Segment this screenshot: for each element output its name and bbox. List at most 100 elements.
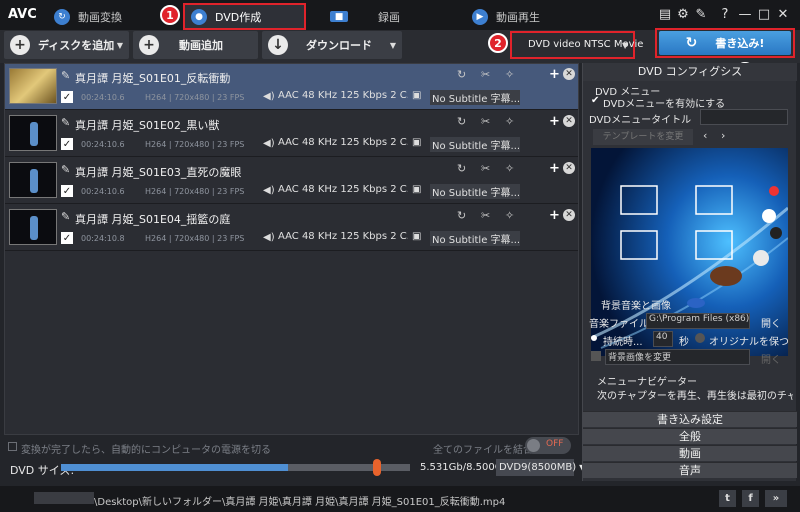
pencil-icon[interactable]: ✎ xyxy=(61,69,70,82)
rotate-icon[interactable]: ↻ xyxy=(457,68,466,81)
file-video-info: H264 | 720x480 | 23 FPS xyxy=(145,187,245,196)
change-template-button[interactable]: テンプレートを変更 xyxy=(593,129,693,145)
gear-icon[interactable]: ⚙ xyxy=(675,6,691,22)
chevron-down-icon[interactable]: ▼ xyxy=(117,41,123,50)
auto-shutdown-label: 変換が完了したら、自動的にコンピュータの電源を切る xyxy=(21,445,271,456)
close-icon[interactable]: ✕ xyxy=(775,6,791,22)
subtitle-icon: ▣ xyxy=(412,184,422,195)
enable-menu-label: DVDメニューを有効にする xyxy=(603,99,726,110)
maximize-icon[interactable]: □ xyxy=(756,6,772,22)
refresh-icon: ↻ xyxy=(685,35,698,51)
tab-dvd-create[interactable]: ● DVD作成 xyxy=(183,3,306,30)
tab-video-convert[interactable]: ↻ 動画変換 xyxy=(48,3,178,30)
nav-video[interactable]: 動画 xyxy=(583,445,797,461)
subtitle-select[interactable]: No Subtitle 字幕... xyxy=(430,137,520,152)
file-video-info: H264 | 720x480 | 23 FPS xyxy=(145,93,245,102)
audio-track-select[interactable]: AAC 48 KHz 125 Kbps 2 C... xyxy=(278,137,408,152)
checkmark-icon[interactable]: ✔ xyxy=(591,95,599,106)
merge-toggle[interactable]: OFF xyxy=(525,437,571,454)
chevron-down-icon[interactable]: ▼ xyxy=(390,41,396,50)
subtitle-icon: ▣ xyxy=(412,231,422,242)
minimize-icon[interactable]: — xyxy=(737,6,753,22)
dvd-config-panel: DVD コンフィグシス DVD メニュー ✔ DVDメニューを有効にする DVD… xyxy=(582,63,797,481)
scissors-icon[interactable]: ✂ xyxy=(481,115,490,128)
add-chapter-icon[interactable]: + xyxy=(549,161,560,176)
nav-burn-settings[interactable]: 書き込み設定 xyxy=(583,411,797,427)
add-chapter-icon[interactable]: + xyxy=(549,67,560,82)
chevron-left-icon[interactable]: ‹ xyxy=(703,129,707,142)
open-bg-button[interactable]: 開く xyxy=(761,351,781,366)
file-row[interactable]: ✎ 真月譚 月姫_S01E04_揺籃の庭 ✓ 00:24:10.8 H264 |… xyxy=(5,205,578,251)
audio-track-select[interactable]: AAC 48 KHz 125 Kbps 2 C... xyxy=(278,231,408,246)
wrench-icon[interactable]: ✎ xyxy=(693,6,709,22)
file-checkbox[interactable]: ✓ xyxy=(61,185,73,197)
nav-general[interactable]: 全般 xyxy=(583,428,797,444)
duration-radio[interactable] xyxy=(591,335,597,341)
chevron-right-icon[interactable]: › xyxy=(721,129,725,142)
keep-original-radio[interactable] xyxy=(695,333,705,343)
video-thumbnail xyxy=(9,162,57,198)
menu-title-input[interactable] xyxy=(700,109,788,125)
dvd-size-fill xyxy=(61,464,288,471)
remove-icon[interactable]: ✕ xyxy=(563,209,575,221)
remove-icon[interactable]: ✕ xyxy=(563,162,575,174)
file-duration: 00:24:10.8 xyxy=(81,234,125,243)
file-row[interactable]: ✎ 真月譚 月姫_S01E01_反転衝動 ✓ 00:24:10.6 H264 |… xyxy=(5,64,578,110)
change-bg-checkbox[interactable] xyxy=(591,351,601,361)
pencil-icon[interactable]: ✎ xyxy=(61,163,70,176)
tab-video-play[interactable]: ▶ 動画再生 xyxy=(458,3,582,30)
subtitle-select[interactable]: No Subtitle 字幕... xyxy=(430,231,520,246)
play-icon: ▶ xyxy=(472,8,488,25)
pencil-icon[interactable]: ✎ xyxy=(61,210,70,223)
change-bg-field[interactable]: 背景画像を変更 xyxy=(605,349,750,365)
scissors-icon[interactable]: ✂ xyxy=(481,162,490,175)
bgm-section: 背景音楽と画像 xyxy=(601,301,671,312)
add-chapter-icon[interactable]: + xyxy=(549,208,560,223)
subtitle-select[interactable]: No Subtitle 字幕... xyxy=(430,184,520,199)
effects-icon[interactable]: ✧ xyxy=(505,162,514,175)
pencil-icon[interactable]: ✎ xyxy=(61,116,70,129)
add-disc-button[interactable]: + ディスクを追加 ▼ xyxy=(4,31,129,59)
rotate-icon[interactable]: ↻ xyxy=(457,162,466,175)
tab-label: 動画変換 xyxy=(78,10,122,24)
facebook-icon[interactable]: f xyxy=(742,490,759,507)
file-list: ✎ 真月譚 月姫_S01E01_反転衝動 ✓ 00:24:10.6 H264 |… xyxy=(4,63,579,435)
next-icon[interactable]: » xyxy=(765,490,787,507)
remove-icon[interactable]: ✕ xyxy=(563,68,575,80)
audio-track-select[interactable]: AAC 48 KHz 125 Kbps 2 C... xyxy=(278,184,408,199)
help-icon[interactable]: ? xyxy=(717,6,733,22)
scissors-icon[interactable]: ✂ xyxy=(481,68,490,81)
effects-icon[interactable]: ✧ xyxy=(505,209,514,222)
file-row[interactable]: ✎ 真月譚 月姫_S01E02_黒い獣 ✓ 00:24:10.6 H264 | … xyxy=(5,111,578,157)
rotate-icon[interactable]: ↻ xyxy=(457,209,466,222)
file-checkbox[interactable]: ✓ xyxy=(61,138,73,150)
add-video-button[interactable]: + 動画追加 xyxy=(133,31,258,59)
subtitle-select[interactable]: No Subtitle 字幕... xyxy=(430,90,520,105)
dvd-format-select[interactable]: DVD video NTSC Movie ▼ xyxy=(510,31,643,59)
nav-audio[interactable]: 音声 xyxy=(583,462,797,478)
music-file-input[interactable]: G:\Program Files (x86)\ xyxy=(646,313,750,329)
download-button[interactable]: ↓ ダウンロード ▼ xyxy=(262,31,402,59)
notes-icon[interactable]: ▤ xyxy=(657,6,673,22)
twitter-icon[interactable]: t xyxy=(719,490,736,507)
file-row[interactable]: ✎ 真月譚 月姫_S01E03_直死の魔眼 ✓ 00:24:10.6 H264 … xyxy=(5,158,578,204)
rotate-icon[interactable]: ↻ xyxy=(457,115,466,128)
open-music-button[interactable]: 開く xyxy=(761,315,781,330)
burn-button[interactable]: ↻ 書き込み! xyxy=(659,31,791,55)
scissors-icon[interactable]: ✂ xyxy=(481,209,490,222)
add-chapter-icon[interactable]: + xyxy=(549,114,560,129)
file-checkbox[interactable]: ✓ xyxy=(61,232,73,244)
effects-icon[interactable]: ✧ xyxy=(505,68,514,81)
speaker-icon: ◀) xyxy=(263,91,275,102)
remove-icon[interactable]: ✕ xyxy=(563,115,575,127)
subtitle-icon: ▣ xyxy=(412,90,422,101)
audio-track-select[interactable]: AAC 48 KHz 125 Kbps 2 C... xyxy=(278,90,408,105)
file-checkbox[interactable]: ✓ xyxy=(61,91,73,103)
duration-input[interactable]: 40 xyxy=(653,331,673,347)
auto-shutdown-checkbox[interactable] xyxy=(8,442,17,451)
navigator-text: 次のチャプターを再生、再生後は最初のチャプ xyxy=(597,391,793,402)
disc-type-select[interactable]: DVD9(8500MB) ▼ xyxy=(496,459,585,476)
tab-label: 動画再生 xyxy=(496,10,540,24)
effects-icon[interactable]: ✧ xyxy=(505,115,514,128)
tab-record[interactable]: ■ 録画 xyxy=(326,3,452,30)
